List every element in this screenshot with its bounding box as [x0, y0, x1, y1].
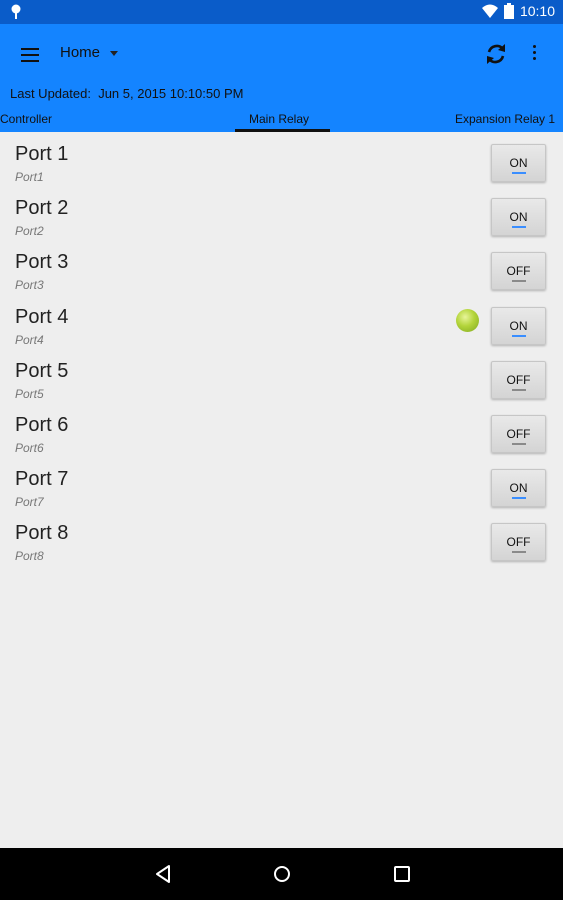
port-row-4: Port 4 Port4 ON: [0, 295, 563, 349]
port-8-toggle-button[interactable]: OFF: [491, 523, 546, 562]
toggle-label: OFF: [506, 372, 531, 387]
port-7-toggle-button[interactable]: ON: [491, 469, 546, 508]
last-updated: Last Updated: Jun 5, 2015 10:10:50 PM: [10, 86, 243, 101]
port-name: Port 8: [15, 522, 69, 545]
port-name: Port 1: [15, 143, 69, 165]
port-row-5: Port 5 Port5 OFF: [0, 349, 563, 403]
toggle-state-bar: [512, 497, 526, 500]
port-row-1: Port 1 Port1 ON: [0, 132, 563, 186]
toggle-state-bar: [512, 334, 526, 337]
port-3-toggle-button[interactable]: OFF: [491, 252, 546, 291]
toggle-label: OFF: [506, 264, 531, 279]
port-row-2: Port 2 Port2 ON: [0, 186, 563, 240]
battery-icon: [503, 3, 514, 19]
app-bar: Home Last Updated: Jun 5, 2015 10:10:50 …: [0, 24, 563, 132]
port-subtitle: Port8: [15, 549, 44, 564]
port-row-3: Port 3 Port3 OFF: [0, 240, 563, 294]
refresh-icon[interactable]: [482, 40, 510, 68]
toggle-label: ON: [509, 210, 528, 225]
toggle-state-bar: [512, 442, 526, 445]
port-subtitle: Port6: [15, 440, 44, 455]
port-row-6: Port 6 Port6 OFF: [0, 403, 563, 457]
port-name: Port 3: [15, 251, 69, 274]
tab-strip: Controller Main Relay Expansion Relay 1: [0, 110, 563, 132]
toggle-label: ON: [509, 481, 528, 496]
port-name: Port 7: [15, 468, 69, 491]
wifi-icon: [481, 4, 498, 18]
toggle-state-bar: [512, 551, 526, 554]
last-updated-value: Jun 5, 2015 10:10:50 PM: [98, 86, 244, 101]
back-icon[interactable]: [152, 862, 176, 886]
tab-main-relay[interactable]: Main Relay: [249, 112, 309, 126]
chevron-down-icon: [110, 51, 119, 56]
toggle-label: ON: [509, 156, 528, 170]
port-list: Port 1 Port1 ON Port 2 Port2 ON Port 3 P…: [0, 132, 563, 566]
status-bar: 10:10: [0, 0, 563, 24]
port-name: Port 2: [15, 197, 69, 220]
home-spinner[interactable]: Home: [60, 44, 119, 61]
port-subtitle: Port2: [15, 224, 44, 239]
home-icon[interactable]: [270, 862, 294, 886]
tab-expansion-relay-1[interactable]: Expansion Relay 1: [455, 112, 555, 126]
port-6-toggle-button[interactable]: OFF: [491, 414, 546, 453]
port-4-toggle-button[interactable]: ON: [491, 306, 546, 345]
port-1-toggle-button[interactable]: ON: [491, 144, 546, 182]
toggle-state-bar: [512, 226, 526, 229]
port-name: Port 5: [15, 359, 69, 382]
toggle-state-bar: [512, 388, 526, 391]
spinner-label: Home: [60, 44, 101, 61]
toggle-label: OFF: [506, 426, 531, 441]
toggle-state-bar: [512, 280, 526, 283]
toggle-state-bar: [512, 172, 526, 174]
toggle-label: ON: [509, 318, 528, 333]
port-5-toggle-button[interactable]: OFF: [491, 360, 546, 399]
last-updated-label: Last Updated:: [10, 86, 91, 101]
port-subtitle: Port3: [15, 278, 44, 293]
status-time: 10:10: [519, 3, 555, 19]
navigation-bar: [0, 848, 563, 900]
port-subtitle: Port7: [15, 495, 44, 510]
port-subtitle: Port5: [15, 386, 44, 401]
status-led-icon: [456, 308, 479, 332]
port-row-7: Port 7 Port7 ON: [0, 457, 563, 511]
port-name: Port 6: [15, 413, 69, 436]
tab-controller[interactable]: Controller: [0, 112, 52, 126]
port-subtitle: Port1: [15, 170, 44, 184]
port-name: Port 4: [15, 305, 69, 328]
port-2-toggle-button[interactable]: ON: [491, 198, 546, 237]
recents-icon[interactable]: [390, 862, 414, 886]
port-row-8: Port 8 Port8 OFF: [0, 511, 563, 565]
toggle-label: OFF: [506, 535, 531, 550]
port-subtitle: Port4: [15, 332, 44, 347]
notification-icon: [10, 4, 22, 25]
hamburger-menu-icon[interactable]: [18, 44, 42, 68]
overflow-menu-icon[interactable]: [526, 42, 542, 66]
